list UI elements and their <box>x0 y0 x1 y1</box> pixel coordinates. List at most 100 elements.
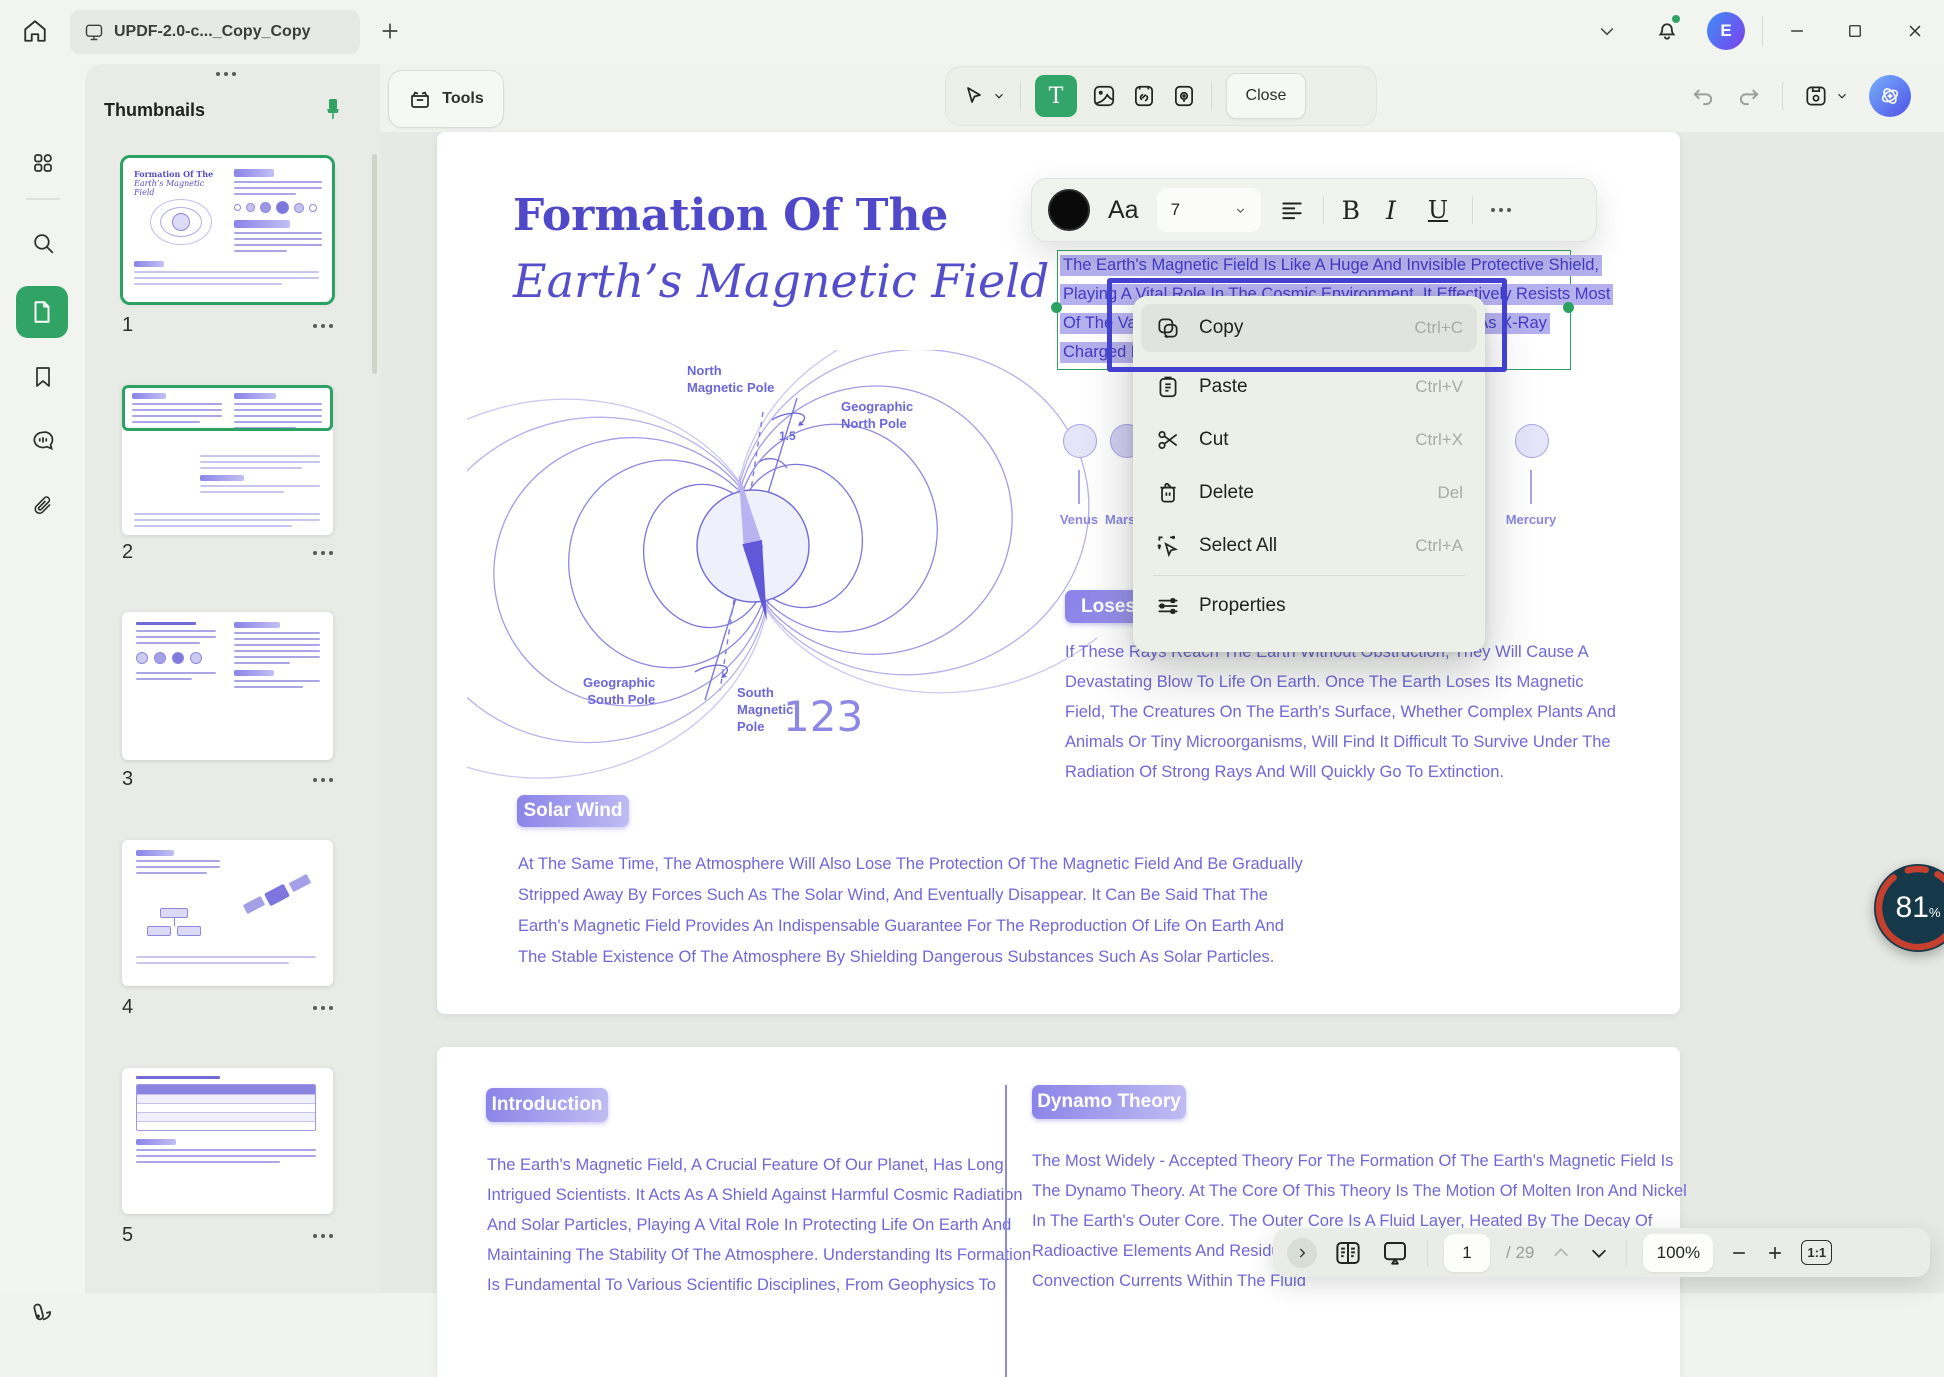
avatar[interactable]: E <box>1707 12 1745 50</box>
zoom-out-button[interactable] <box>1729 1243 1749 1263</box>
introduction-badge: Introduction <box>486 1088 608 1122</box>
thumbnail-3-menu[interactable] <box>313 778 333 782</box>
sidebar-item-comments[interactable] <box>22 420 64 462</box>
doc-text-line: Is Fundamental To Various Scientific Dis… <box>487 1275 1031 1295</box>
more-format-options-button[interactable] <box>1491 208 1511 212</box>
thumbnail-page-5[interactable] <box>122 1068 333 1214</box>
bottom-navigation-bar: 1 / 29 100% 1:1 <box>1273 1228 1930 1277</box>
minus-icon <box>1729 1243 1749 1263</box>
font-color-button[interactable] <box>1048 189 1090 231</box>
sidebar-item-search[interactable] <box>22 222 64 264</box>
home-button[interactable] <box>18 14 52 48</box>
doc-text-line: And Solar Particles, Playing A Vital Rol… <box>487 1215 1031 1235</box>
maximize-button[interactable] <box>1838 14 1872 48</box>
textbox-handle-left[interactable] <box>1051 302 1062 313</box>
thumb4-left-col <box>136 850 220 878</box>
image-tool-button[interactable] <box>1091 83 1117 109</box>
zoom-level-display[interactable]: 100% <box>1643 1234 1713 1272</box>
thumb1-title-line1: Formation Of The <box>134 169 226 179</box>
planet-mercury-tick <box>1530 470 1532 504</box>
thumbnail-page-3[interactable] <box>122 612 333 760</box>
actual-size-button[interactable]: 1:1 <box>1801 1240 1832 1265</box>
font-size-value: 7 <box>1171 200 1180 220</box>
zoom-in-button[interactable] <box>1765 1243 1785 1263</box>
ai-assistant-button[interactable] <box>1869 75 1911 117</box>
sidebar-item-thumbnails[interactable] <box>16 286 68 338</box>
pin-panel-button[interactable] <box>321 96 345 122</box>
thumbnail-page-1[interactable]: Formation Of The Earth’s Magnetic Field <box>122 157 333 303</box>
thumbnail-4-menu[interactable] <box>313 1006 333 1010</box>
align-left-icon <box>1279 197 1305 223</box>
redo-button[interactable] <box>1736 83 1762 109</box>
history-save-group <box>1690 66 1911 126</box>
thumbnail-1-menu[interactable] <box>313 324 333 328</box>
page-number-input[interactable]: 1 <box>1444 1234 1490 1272</box>
close-edit-button[interactable]: Close <box>1226 73 1306 119</box>
scissors-icon <box>1155 427 1181 453</box>
solar-wind-paragraph[interactable]: At The Same Time, The Atmosphere Will Al… <box>518 854 1303 967</box>
textbox-handle-right[interactable] <box>1563 302 1574 313</box>
thumbnail-5-menu[interactable] <box>313 1234 333 1238</box>
close-edit-label: Close <box>1246 87 1287 105</box>
font-family-button[interactable]: Aa <box>1108 196 1139 225</box>
link-tool-button[interactable] <box>1131 83 1157 109</box>
panel-drag-handle[interactable] <box>216 72 236 76</box>
select-tool-button[interactable] <box>962 84 1006 108</box>
previous-page-button[interactable] <box>1550 1242 1572 1264</box>
sidebar-item-themes[interactable] <box>22 1292 64 1334</box>
new-tab-button[interactable] <box>373 14 407 48</box>
document-tab[interactable]: UPDF-2.0-c..._Copy_Copy <box>70 10 360 54</box>
introduction-paragraph[interactable]: The Earth's Magnetic Field, A Crucial Fe… <box>487 1155 1031 1295</box>
minimize-button[interactable] <box>1780 14 1814 48</box>
menu-item-shortcut: Ctrl+V <box>1415 377 1463 397</box>
expand-nav-button[interactable] <box>1287 1238 1317 1268</box>
sidebar-item-bookmarks[interactable] <box>22 356 64 398</box>
chevron-down-icon <box>992 89 1006 103</box>
edit-tool-group: T Close <box>945 66 1377 126</box>
doc-text-line: The Earth's Magnetic Field, A Crucial Fe… <box>487 1155 1031 1175</box>
presentation-mode-button[interactable] <box>1379 1238 1411 1268</box>
page-layout-button[interactable] <box>1333 1238 1363 1268</box>
context-menu-copy[interactable]: Copy Ctrl+C <box>1141 304 1477 352</box>
column-divider <box>1005 1085 1007 1377</box>
context-menu-properties[interactable]: Properties <box>1133 579 1485 632</box>
collapse-toolbar-button[interactable] <box>1590 14 1624 48</box>
text-tool-button[interactable]: T <box>1035 75 1077 117</box>
panel-scrollbar[interactable] <box>372 154 377 374</box>
align-button[interactable] <box>1279 197 1305 223</box>
document-page-1[interactable]: Formation Of The Earth’s Magnetic Field <box>437 132 1680 1014</box>
text-format-toolbar: Aa 7 B I U <box>1031 178 1597 242</box>
undo-button[interactable] <box>1690 83 1716 109</box>
sidebar-item-attachments[interactable] <box>22 484 64 526</box>
close-window-button[interactable] <box>1898 14 1932 48</box>
italic-button[interactable]: I <box>1378 196 1404 225</box>
context-menu-select-all[interactable]: Select All Ctrl+A <box>1133 519 1485 572</box>
thumbnail-page-4[interactable] <box>122 840 333 986</box>
save-button[interactable] <box>1803 83 1849 109</box>
viewport-indicator[interactable] <box>122 385 333 431</box>
notification-dot <box>1672 15 1680 23</box>
battery-status-widget[interactable]: 81 % <box>1874 864 1944 952</box>
context-menu-delete[interactable]: Delete Del <box>1133 466 1485 519</box>
chevron-right-icon <box>1295 1246 1309 1260</box>
planet-venus <box>1063 424 1097 458</box>
document-page-2[interactable]: Introduction The Earth's Magnetic Field,… <box>437 1047 1680 1377</box>
paperclip-icon <box>31 493 55 517</box>
next-page-button[interactable] <box>1588 1242 1610 1264</box>
underline-button[interactable]: U <box>1422 196 1454 224</box>
thumbnail-4-number: 4 <box>122 996 133 1019</box>
tools-button[interactable]: Tools <box>388 70 504 128</box>
context-menu-paste[interactable]: Paste Ctrl+V <box>1133 360 1485 413</box>
ai-sparkle-icon <box>1878 84 1902 108</box>
thumbnails-panel: Thumbnails Formation Of The Earth’s Magn… <box>85 64 380 1293</box>
context-menu-cut[interactable]: Cut Ctrl+X <box>1133 413 1485 466</box>
page-location-tool-button[interactable] <box>1171 83 1197 109</box>
sidebar-item-apps[interactable] <box>22 142 64 184</box>
font-size-select[interactable]: 7 <box>1157 188 1261 232</box>
doc-text-line: Intrigued Scientists. It Acts As A Shiel… <box>487 1185 1031 1205</box>
bold-button[interactable]: B <box>1342 196 1360 225</box>
thumbnail-2-menu[interactable] <box>313 551 333 555</box>
loses-field-paragraph[interactable]: If These Rays Reach The Earth Without Ob… <box>1065 642 1616 782</box>
thumbnail-page-2[interactable] <box>122 385 333 535</box>
notifications-button[interactable] <box>1650 12 1684 46</box>
